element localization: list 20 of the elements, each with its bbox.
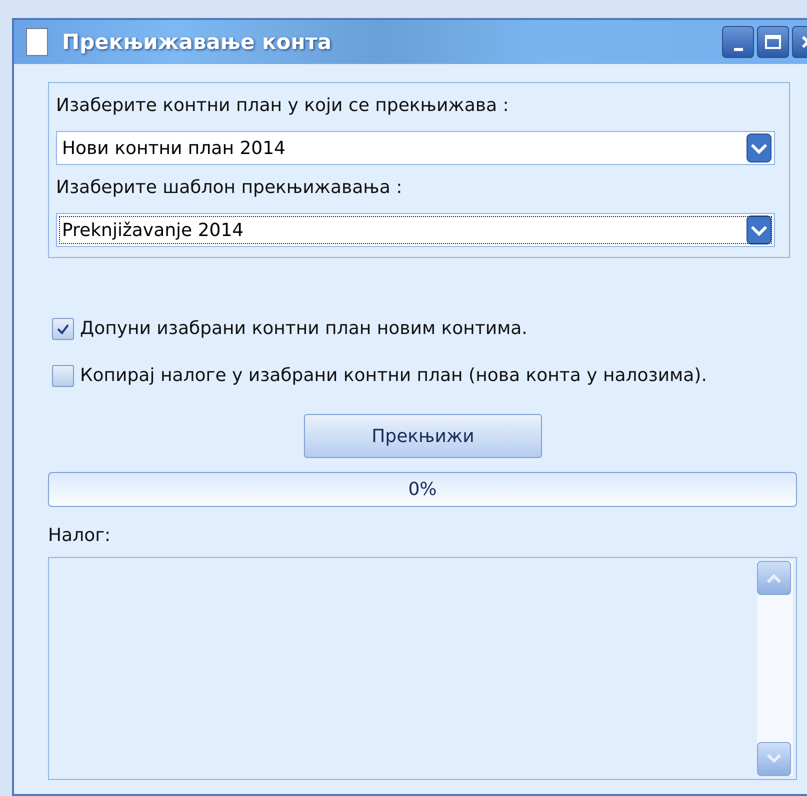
checkbox[interactable] [52, 318, 74, 340]
checkbox[interactable] [52, 365, 74, 387]
field-label: Изаберите контни план у који се прекњижава : [56, 94, 510, 118]
minimize-icon [734, 48, 742, 50]
chevron-down-icon [765, 753, 783, 765]
minimize-button[interactable] [722, 26, 754, 58]
checkmark-icon [56, 323, 70, 335]
checkbox-label: Копирај налоге у изабрани контни план (нова конта у налозима). [80, 364, 707, 388]
log-label: Налог: [48, 525, 111, 546]
field-label: Изаберите шаблон прекњижавања : [56, 176, 404, 200]
checkbox-label: Допуни изабрани контни план новим контима. [80, 317, 528, 341]
progress-reading: 0% [408, 479, 437, 500]
window-icon [26, 28, 48, 56]
window-title: Прекњижавање конта [62, 30, 333, 54]
maximize-icon [764, 34, 782, 50]
maximize-button[interactable] [757, 26, 789, 58]
dropdown-field[interactable]: Нови контни план 2014 [56, 131, 775, 165]
rebook-button[interactable]: Прекњижи [304, 414, 542, 458]
chevron-up-icon [765, 572, 783, 584]
dropdown-field[interactable]: Preknjižavanje 2014 [56, 213, 775, 247]
